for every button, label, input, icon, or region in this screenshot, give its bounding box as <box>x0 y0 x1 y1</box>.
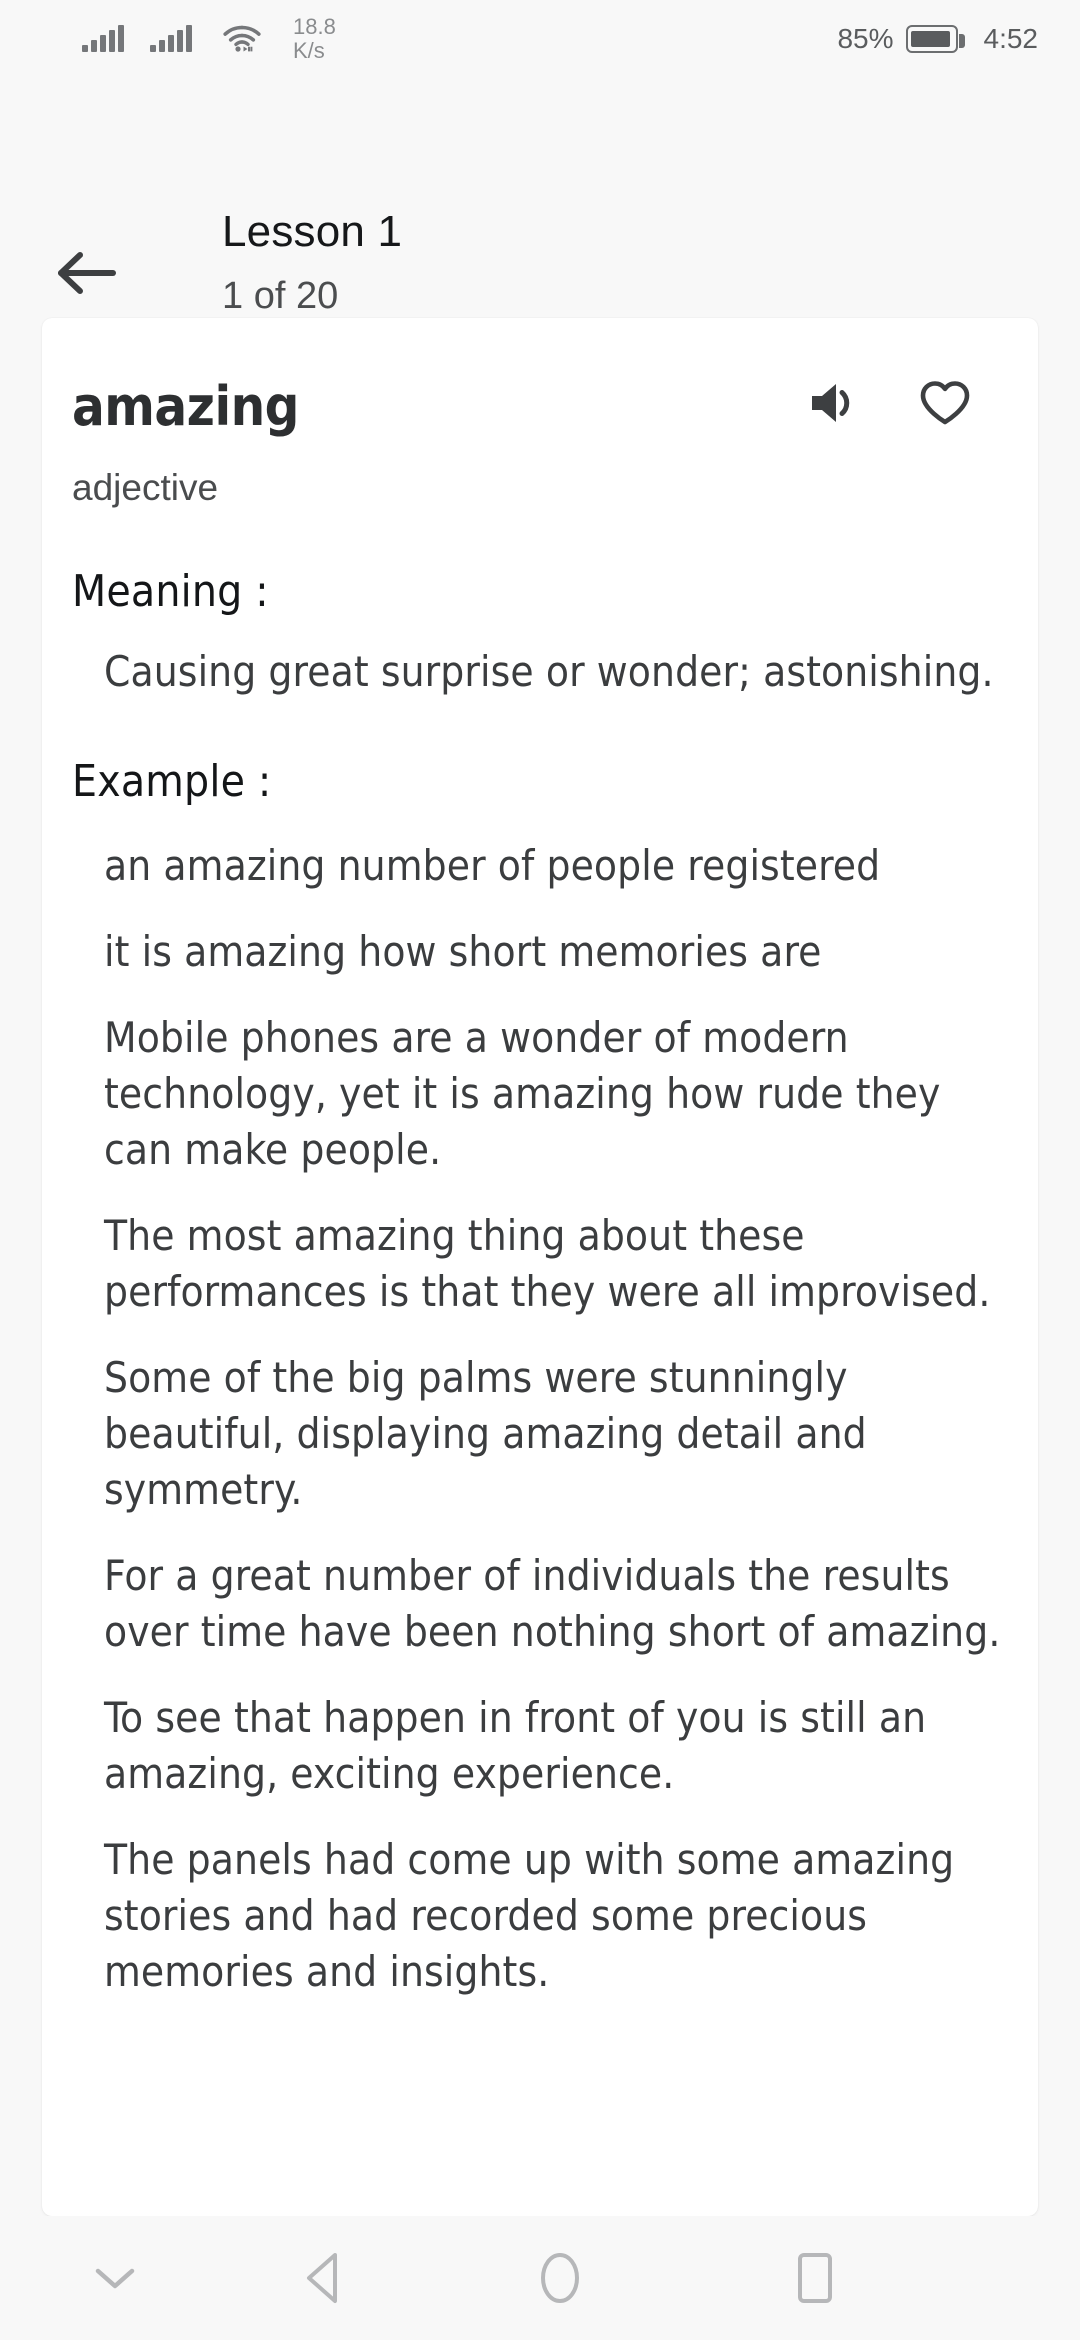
favorite-button[interactable] <box>918 378 972 428</box>
chevron-down-icon <box>95 2268 135 2289</box>
nav-back-button[interactable] <box>230 2216 420 2340</box>
heart-outline-icon <box>920 381 970 425</box>
clock: 4:52 <box>983 23 1039 54</box>
status-bar-right: 85% 4:52 <box>837 23 1038 55</box>
example-item: an amazing number of people registered <box>104 841 881 890</box>
square-recents-icon <box>798 2253 832 2303</box>
example-list: an amazing number of people registered i… <box>72 838 1008 2000</box>
system-nav-bar <box>0 2216 1080 2340</box>
example-item: Mobile phones are a wonder of modern tec… <box>104 1013 941 1174</box>
page-title: Lesson 1 <box>222 207 403 256</box>
nav-recents-button[interactable] <box>700 2216 930 2340</box>
meaning-label: Meaning : <box>72 566 269 617</box>
wifi-icon <box>222 21 262 58</box>
signal-bars-icon-2 <box>150 25 192 52</box>
part-of-speech: adjective <box>72 467 219 508</box>
signal-bars-icon <box>82 25 124 52</box>
back-button[interactable] <box>48 233 128 313</box>
triangle-back-icon <box>307 2253 337 2303</box>
header-title-block: Lesson 1 1 of 20 <box>222 206 402 320</box>
word-actions <box>806 378 972 428</box>
example-item: The panels had come up with some amazing… <box>104 1835 955 1996</box>
example-item: it is amazing how short memories are <box>104 927 822 976</box>
arrow-left-icon <box>58 252 116 294</box>
hide-keyboard-button[interactable] <box>0 2216 230 2340</box>
network-speed: 18.8 K/s <box>293 15 336 63</box>
meaning-text: Causing great surprise or wonder; astoni… <box>104 647 994 696</box>
app-header: Lesson 1 1 of 20 <box>0 78 1080 318</box>
battery-percent: 85% <box>837 23 894 54</box>
word-card-content: amazing adjective Meaning: Causing grea… <box>42 318 1038 2000</box>
word-card: amazing adjective Meaning: Causing grea… <box>42 318 1038 2216</box>
word-header-row: amazing <box>72 376 1008 438</box>
network-speed-unit: K/s <box>293 38 325 63</box>
network-speed-value: 18.8 <box>293 14 336 39</box>
example-item: For a great number of individuals the re… <box>104 1551 1001 1656</box>
speaker-button[interactable] <box>806 379 858 427</box>
word-title: amazing <box>72 375 299 438</box>
battery-icon <box>905 25 965 53</box>
example-label: Example : <box>72 756 272 807</box>
status-bar: 18.8 K/s 85% 4:52 <box>0 0 1080 78</box>
speaker-icon <box>812 384 850 422</box>
example-item: Some of the big palms were stunningly be… <box>104 1353 867 1514</box>
example-item: To see that happen in front of you is st… <box>104 1693 927 1798</box>
example-item: The most amazing thing about these perfo… <box>104 1211 991 1316</box>
status-bar-left: 18.8 K/s <box>82 15 336 63</box>
circle-home-icon <box>541 2253 579 2303</box>
lesson-progress: 1 of 20 <box>222 275 339 317</box>
nav-home-button[interactable] <box>420 2216 700 2340</box>
phone-screen: 18.8 K/s 85% 4:52 Lesson 1 1 of 20 amazi… <box>0 0 1080 2340</box>
